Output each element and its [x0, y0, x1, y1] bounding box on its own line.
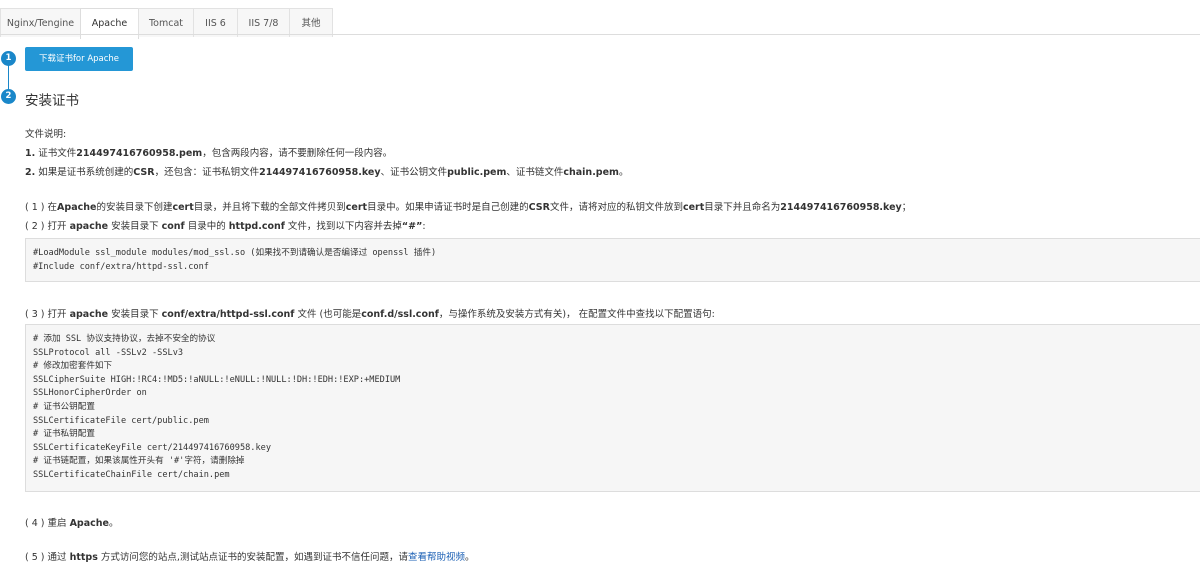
step3-apache: apache [69, 309, 109, 320]
item1-num: 1. [25, 148, 36, 159]
item2-num: 2. [25, 167, 36, 178]
code-line: # 证书链配置，如果该属性开头有 '#'字符，请删除掉 [33, 456, 245, 467]
item2-chain: chain.pem [563, 167, 619, 178]
code-block-httpd: #LoadModule ssl_module modules/mod_ssl.s… [25, 238, 1200, 282]
step2-conf: conf [161, 221, 185, 232]
item2-csr: CSR [133, 167, 155, 178]
step1-cert2: cert [345, 202, 368, 213]
code-line: SSLProtocol all -SSLv2 -SSLv3 [33, 347, 184, 358]
step2-d: 文件，找到以下内容并去掉 [287, 221, 402, 232]
step1-apache: Apache [57, 202, 97, 213]
item1-pre: 证书文件 [38, 148, 77, 159]
item2-key: 214497416760958.key [259, 167, 381, 178]
step4-b: 。 [108, 518, 119, 529]
step1-f: 目录下并且命名为 [704, 202, 781, 213]
tab-nginx[interactable]: Nginx/Tengine [0, 8, 81, 37]
step3-path: conf/extra/httpd-ssl.conf [161, 309, 295, 320]
item2-pre: 如果是证书系统创建的 [38, 167, 134, 178]
step1-d: 目录中。如果申请证书时是自己创建的 [367, 202, 529, 213]
step2-apache: apache [69, 221, 109, 232]
code-line: # 修改加密套件如下 [33, 361, 113, 372]
step3-num: ( 3 ) [25, 309, 45, 320]
download-cert-button[interactable]: 下载证书for Apache [25, 47, 133, 71]
instruction-step-1: ( 1 ) 在Apache的安装目录下创建cert目录，并且将下载的全部文件拷贝… [25, 199, 911, 213]
item1-post: ，包含两段内容，请不要删除任何一段内容。 [202, 148, 393, 159]
instruction-step-4: ( 4 ) 重启 Apache。 [25, 515, 119, 529]
step4-num: ( 4 ) [25, 518, 45, 529]
code-line: #Include conf/extra/httpd-ssl.conf [33, 261, 209, 272]
step1-e: 文件，请将对应的私钥文件放到 [549, 202, 683, 213]
file-desc-item-2: 2. 如果是证书系统创建的CSR，还包含：证书私钥文件2144974167609… [25, 164, 628, 178]
step2-httpd: httpd.conf [228, 221, 285, 232]
step5-a: 通过 [47, 552, 67, 563]
step4-apache: Apache [69, 518, 109, 529]
step1-a: 在 [47, 202, 58, 213]
code-line: SSLHonorCipherOrder on [33, 388, 147, 399]
step1-c: 目录，并且将下载的全部文件拷贝到 [193, 202, 346, 213]
section-title: 安装证书 [25, 93, 79, 109]
file-desc-item-1: 1. 证书文件214497416760958.pem，包含两段内容，请不要删除任… [25, 145, 392, 159]
step5-https: https [69, 552, 98, 563]
code-line: SSLCertificateChainFile cert/chain.pem [33, 469, 230, 480]
code-line: # 证书公钥配置 [33, 401, 95, 412]
code-block-ssl-conf: # 添加 SSL 协议支持协议，去掉不安全的协议 SSLProtocol all … [25, 324, 1200, 492]
item2-mid1: ，还包含：证书私钥文件 [154, 167, 260, 178]
step3-b: 安装目录下 [111, 309, 159, 320]
item1-file: 214497416760958.pem [76, 148, 203, 159]
code-line: SSLCertificateFile cert/public.pem [33, 415, 209, 426]
step1-cert1: cert [172, 202, 194, 213]
step3-a: 打开 [47, 309, 67, 320]
code-line: # 添加 SSL 协议支持协议，去掉不安全的协议 [33, 334, 216, 344]
step2-b: 安装目录下 [111, 221, 159, 232]
help-video-link[interactable]: 查看帮助视频 [408, 552, 465, 563]
step-2-indicator: 2 [1, 89, 16, 104]
step3-alt: conf.d/ssl.conf [361, 309, 439, 320]
step2-num: ( 2 ) [25, 221, 45, 232]
tab-iis6[interactable]: IIS 6 [193, 8, 238, 37]
instruction-step-2: ( 2 ) 打开 apache 安装目录下 conf 目录中的 httpd.co… [25, 218, 426, 232]
tab-other[interactable]: 其他 [289, 8, 333, 37]
step1-b: 的安装目录下创建 [96, 202, 173, 213]
file-desc-heading: 文件说明: [25, 129, 67, 140]
code-line: SSLCipherSuite HIGH:!RC4:!MD5:!aNULL:!eN… [33, 374, 401, 385]
step1-num: ( 1 ) [25, 202, 45, 213]
step5-c: 。 [464, 552, 475, 563]
step1-g: ； [901, 202, 912, 213]
step1-keyfile: 214497416760958.key [780, 202, 902, 213]
code-line: # 证书私钥配置 [33, 429, 95, 440]
step2-a: 打开 [47, 221, 67, 232]
item2-pub: public.pem [447, 167, 507, 178]
item2-mid2: 、证书公钥文件 [380, 167, 448, 178]
tab-tomcat[interactable]: Tomcat [138, 8, 194, 37]
step2-hash: “#” [401, 221, 423, 232]
step1-cert3: cert [682, 202, 705, 213]
tab-bar: Nginx/Tengine Apache Tomcat IIS 6 IIS 7/… [0, 4, 1200, 39]
step2-e: : [422, 221, 426, 232]
step5-num: ( 5 ) [25, 552, 45, 563]
step-1-indicator: 1 [1, 51, 16, 66]
instruction-step-3: ( 3 ) 打开 apache 安装目录下 conf/extra/httpd-s… [25, 306, 715, 320]
step4-a: 重启 [47, 518, 67, 529]
item2-mid3: 、证书链文件 [506, 167, 564, 178]
code-line: SSLCertificateKeyFile cert/2144974167609… [33, 442, 271, 453]
step3-d: ，与操作系统及安装方式有关)， 在配置文件中查找以下配置语句: [438, 309, 715, 320]
item2-post: 。 [618, 167, 629, 178]
step2-c: 目录中的 [187, 221, 226, 232]
code-line: #LoadModule ssl_module modules/mod_ssl.s… [33, 248, 437, 258]
step3-c: 文件 (也可能是 [297, 309, 362, 320]
tab-divider [0, 34, 1200, 35]
step5-b: 方式访问您的站点,测试站点证书的安装配置，如遇到证书不信任问题，请 [100, 552, 408, 563]
step1-csr: CSR [528, 202, 550, 213]
instruction-step-5: ( 5 ) 通过 https 方式访问您的站点,测试站点证书的安装配置，如遇到证… [25, 549, 474, 563]
tab-iis78[interactable]: IIS 7/8 [237, 8, 290, 37]
